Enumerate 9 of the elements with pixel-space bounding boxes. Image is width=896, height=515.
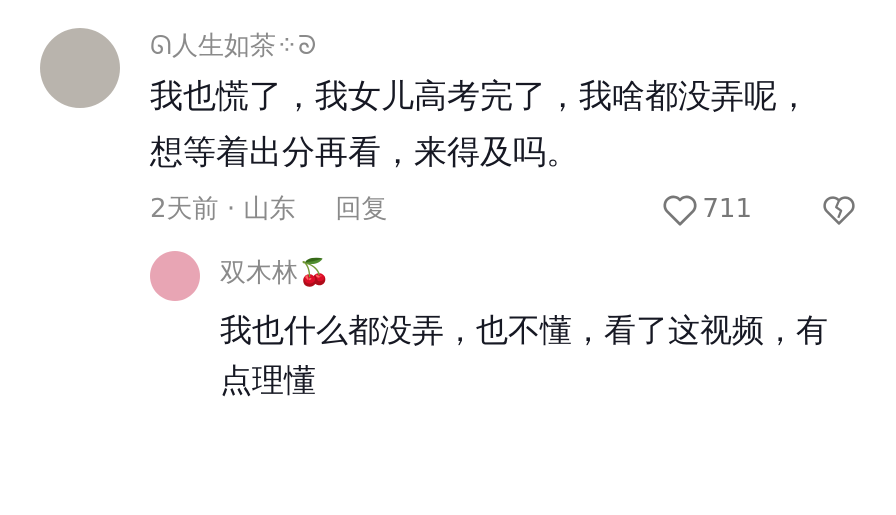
reply-link[interactable]: 回复 (335, 190, 388, 229)
username[interactable]: ᘏ人生如茶⁘ᘐ (150, 28, 856, 64)
username[interactable]: 双木林🍒 (220, 255, 840, 291)
like-count: 711 (702, 193, 752, 226)
comment-text: 我也慌了，我女儿高考完了，我啥都没弄呢，想等着出分再看，来得及吗。 (150, 75, 811, 173)
reply-text: 我也什么都没弄，也不懂，看了这视频，有点理懂 (220, 310, 829, 401)
comment-meta: 2天前 · 山东 (150, 193, 296, 226)
heart-icon[interactable] (662, 192, 698, 226)
broken-heart-icon[interactable] (822, 194, 856, 226)
